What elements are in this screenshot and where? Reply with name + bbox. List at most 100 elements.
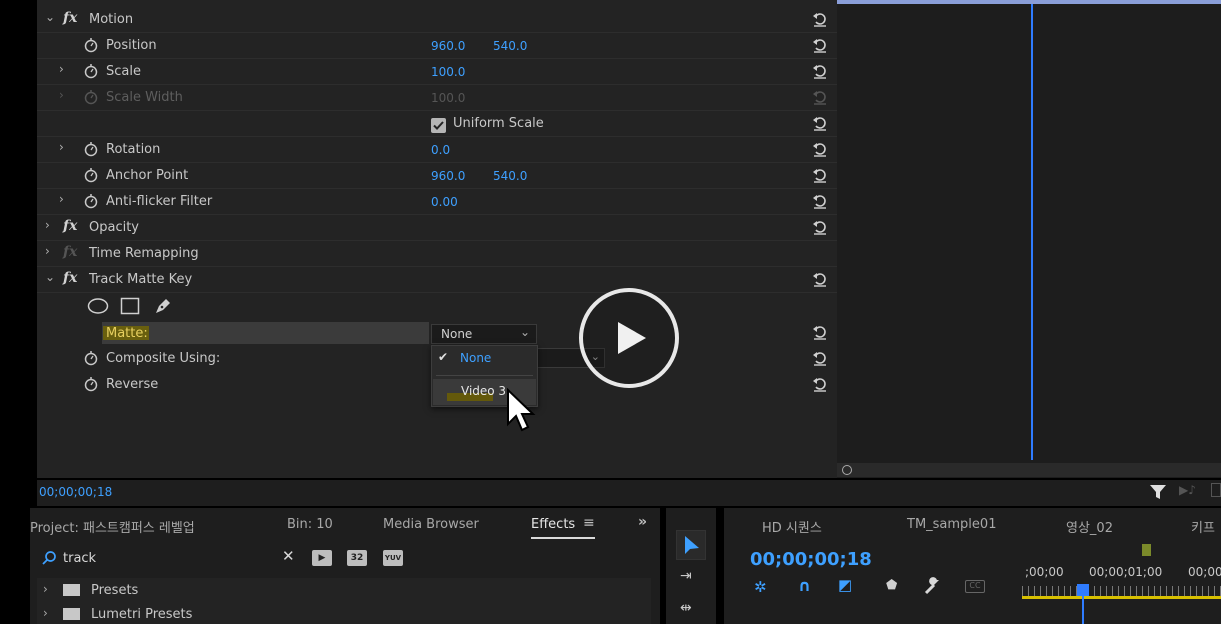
track-select-tool-icon[interactable]: ⇥: [680, 568, 692, 584]
timeline-panel: HD 시퀀스 TM_sample01 영상_02 키프 00;00;00;18 …: [724, 508, 1221, 624]
anchor-x-value[interactable]: 960.0: [431, 169, 465, 183]
menu-item-label: Video 3: [461, 384, 507, 398]
chevron-right-icon[interactable]: ›: [59, 192, 73, 208]
filter-icon[interactable]: [1149, 484, 1167, 500]
zoom-scrollbar[interactable]: [837, 463, 1221, 477]
reset-icon[interactable]: [811, 166, 829, 184]
chevron-right-icon[interactable]: ›: [43, 606, 48, 620]
reset-icon[interactable]: [811, 375, 829, 393]
fx-icon[interactable]: fx: [63, 10, 77, 26]
reset-icon[interactable]: [811, 36, 829, 54]
scale-width-value: 100.0: [431, 91, 466, 105]
overflow-chevron-icon[interactable]: »: [638, 514, 647, 530]
ruler-label: ;00;00: [1025, 565, 1064, 579]
work-area-bar[interactable]: [1022, 596, 1221, 599]
fx-icon[interactable]: fx: [63, 218, 77, 234]
stopwatch-icon[interactable]: [83, 167, 99, 183]
matte-dropdown[interactable]: None ⌄: [431, 324, 537, 344]
tab-bin[interactable]: Bin: 10: [287, 517, 333, 532]
effect-motion-header[interactable]: ⌄ fx Motion: [37, 7, 837, 33]
reset-icon[interactable]: [811, 323, 829, 341]
menu-item-none[interactable]: ✔ None: [432, 346, 537, 372]
accelerated-effects-icon[interactable]: ▶: [312, 550, 332, 566]
property-label-composite-using: Composite Using:: [106, 351, 221, 366]
tab-video-02[interactable]: 영상_02: [1066, 517, 1113, 536]
effect-controls-timeline[interactable]: [837, 0, 1221, 478]
chevron-right-icon[interactable]: ›: [45, 218, 59, 234]
current-timecode[interactable]: 00;00;00;18: [39, 485, 112, 499]
scale-value[interactable]: 100.0: [431, 65, 465, 79]
tab-project[interactable]: Project: 패스트캠퍼스 레벨업: [30, 517, 195, 536]
reset-icon[interactable]: [811, 62, 829, 80]
stopwatch-icon[interactable]: [83, 141, 99, 157]
effect-name-time-remapping: Time Remapping: [89, 246, 199, 261]
pen-mask-icon[interactable]: [153, 296, 173, 316]
position-x-value[interactable]: 960.0: [431, 39, 465, 53]
32bit-effects-icon[interactable]: 32: [347, 550, 367, 566]
tree-item-presets[interactable]: › Presets: [37, 580, 651, 602]
reset-icon[interactable]: [811, 192, 829, 210]
reset-icon[interactable]: [811, 10, 829, 28]
chevron-right-icon[interactable]: ›: [45, 244, 59, 260]
selection-tool-button[interactable]: [676, 530, 706, 560]
stopwatch-icon[interactable]: [83, 350, 99, 366]
rectangle-mask-icon[interactable]: [120, 297, 140, 315]
effect-track-matte-key-header[interactable]: ⌄ fx Track Matte Key: [37, 267, 837, 293]
ripple-edit-tool-icon[interactable]: ⇹: [680, 600, 692, 616]
effect-time-remapping-header[interactable]: › fx Time Remapping: [37, 241, 837, 267]
property-row-scale: › Scale 100.0: [37, 59, 837, 85]
search-input[interactable]: [63, 548, 273, 568]
reset-icon[interactable]: [811, 114, 829, 132]
playhead-line[interactable]: [1031, 4, 1033, 460]
ruler-label: 00;00: [1188, 565, 1221, 579]
time-ruler[interactable]: [1022, 586, 1221, 596]
tree-item-lumetri-presets[interactable]: › Lumetri Presets: [37, 604, 651, 624]
tab-sequence-hd[interactable]: HD 시퀀스: [762, 517, 822, 536]
tab-effects[interactable]: Effects: [531, 517, 575, 532]
stopwatch-icon[interactable]: [83, 37, 99, 53]
linked-selection-icon[interactable]: ∩: [798, 576, 811, 595]
add-marker-icon[interactable]: ◩: [838, 576, 852, 594]
effect-opacity-header[interactable]: › fx Opacity: [37, 215, 837, 241]
chevron-right-icon[interactable]: ›: [43, 582, 48, 596]
tab-media-browser[interactable]: Media Browser: [383, 517, 479, 532]
anti-flicker-value[interactable]: 0.00: [431, 195, 458, 209]
snap-icon[interactable]: ✲: [754, 578, 767, 596]
reset-icon[interactable]: [811, 349, 829, 367]
marker-icon[interactable]: ⬟: [886, 578, 897, 593]
scrollbar-handle[interactable]: [842, 465, 852, 475]
tab-tm-sample01[interactable]: TM_sample01: [907, 517, 996, 532]
fx-icon[interactable]: fx: [63, 270, 77, 286]
wrench-icon[interactable]: [923, 576, 943, 596]
stopwatch-icon[interactable]: [83, 63, 99, 79]
selection-tool-icon: [685, 536, 699, 554]
sequence-timecode[interactable]: 00;00;00;18: [750, 549, 872, 570]
chevron-right-icon[interactable]: ›: [59, 140, 73, 156]
position-y-value[interactable]: 540.0: [493, 39, 527, 53]
check-icon: [433, 121, 444, 130]
reset-icon: [813, 91, 826, 105]
in-point-marker[interactable]: [1142, 544, 1151, 556]
property-label-scale-width: Scale Width: [106, 90, 183, 105]
reset-icon[interactable]: [811, 218, 829, 236]
export-icon[interactable]: [1211, 483, 1221, 497]
play-icon[interactable]: [578, 287, 680, 389]
chevron-down-icon[interactable]: ⌄: [45, 10, 59, 26]
uniform-scale-checkbox[interactable]: [431, 118, 446, 133]
ellipse-mask-icon[interactable]: [87, 297, 109, 315]
anchor-y-value[interactable]: 540.0: [493, 169, 527, 183]
reset-icon[interactable]: [811, 270, 829, 288]
stopwatch-icon[interactable]: [83, 193, 99, 209]
close-icon[interactable]: ✕: [282, 547, 295, 565]
reset-icon[interactable]: [811, 140, 829, 158]
tab-keyframe[interactable]: 키프: [1191, 517, 1215, 536]
effect-name-track-matte-key: Track Matte Key: [89, 272, 193, 287]
yuv-effects-icon[interactable]: YUV: [383, 550, 403, 566]
play-audio-icon[interactable]: ▶♪: [1179, 483, 1196, 497]
captions-icon[interactable]: CC: [965, 580, 985, 593]
rotation-value[interactable]: 0.0: [431, 143, 450, 157]
menu-icon[interactable]: ≡: [583, 515, 595, 531]
chevron-down-icon[interactable]: ⌄: [45, 270, 59, 286]
stopwatch-icon[interactable]: [83, 376, 99, 392]
chevron-right-icon[interactable]: ›: [59, 62, 73, 78]
